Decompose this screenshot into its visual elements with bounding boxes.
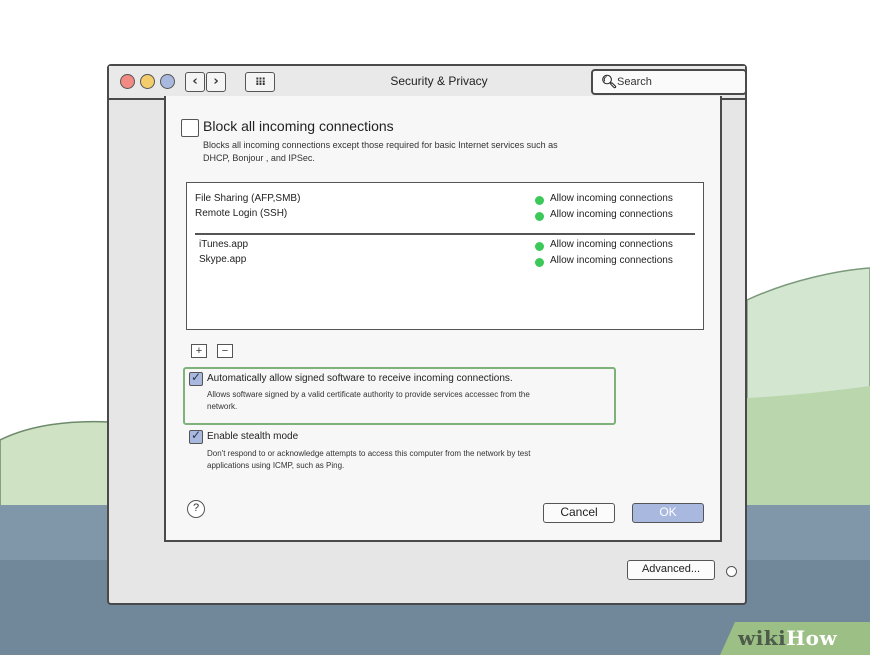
watermark-how: How: [786, 626, 838, 650]
remove-app-button[interactable]: −: [217, 344, 233, 358]
list-item-skype[interactable]: Skype.app: [199, 254, 246, 265]
search-icon: 🔍︎: [601, 74, 618, 89]
watermark-wiki: wiki: [738, 626, 787, 650]
list-item-status[interactable]: Allow incoming connections: [550, 255, 673, 266]
list-item-file-sharing[interactable]: File Sharing (AFP,SMB): [195, 193, 300, 204]
list-item-remote-login[interactable]: Remote Login (SSH): [195, 208, 287, 219]
list-item-status[interactable]: Allow incoming connections: [550, 239, 673, 250]
minimize-window-button[interactable]: [140, 74, 155, 89]
allow-status-dot: [535, 212, 544, 221]
wikihow-watermark: wikiHow: [738, 626, 837, 650]
list-divider: [195, 233, 695, 235]
allow-status-dot: [535, 242, 544, 251]
help-circle-icon[interactable]: [726, 566, 737, 577]
stealth-mode-checkbox[interactable]: [189, 428, 203, 444]
auto-allow-description-line1: Allows software signed by a valid certif…: [207, 390, 530, 399]
forward-arrow-icon[interactable]: ›: [206, 72, 226, 92]
list-item-status[interactable]: Allow incoming connections: [550, 209, 673, 220]
list-item-status[interactable]: Allow incoming connections: [550, 193, 673, 204]
cancel-button[interactable]: Cancel: [543, 503, 615, 523]
window-title: Security & Privacy: [390, 74, 488, 88]
auto-allow-description-line2: network.: [207, 402, 238, 411]
stealth-mode-label: Enable stealth mode: [207, 431, 299, 442]
auto-allow-checkbox[interactable]: [189, 370, 203, 386]
help-button[interactable]: ?: [187, 500, 205, 518]
close-window-button[interactable]: [120, 74, 135, 89]
block-all-label: Block all incoming connections: [203, 118, 394, 134]
title-bar: ‹ › ⁝⁝⁝ Security & Privacy 🔍︎ Search: [109, 66, 747, 100]
block-all-description-line1: Blocks all incoming connections except t…: [203, 140, 558, 150]
allow-status-dot: [535, 258, 544, 267]
right-hill-front: [747, 386, 870, 520]
add-app-button[interactable]: +: [191, 344, 207, 358]
list-item-itunes[interactable]: iTunes.app: [199, 239, 248, 250]
back-arrow-icon[interactable]: ‹: [185, 72, 205, 92]
search-field[interactable]: 🔍︎ Search: [591, 69, 747, 95]
search-placeholder: Search: [617, 76, 652, 88]
allow-status-dot: [535, 196, 544, 205]
block-all-description-line2: DHCP, Bonjour , and IPSec.: [203, 153, 315, 163]
ok-button[interactable]: OK: [632, 503, 704, 523]
zoom-window-button[interactable]: [160, 74, 175, 89]
stealth-description-line2: applications using ICMP, such as Ping.: [207, 461, 345, 470]
advanced-button[interactable]: Advanced...: [627, 560, 715, 580]
auto-allow-label: Automatically allow signed software to r…: [207, 373, 513, 384]
block-all-checkbox[interactable]: [181, 119, 199, 137]
show-all-grid-icon[interactable]: ⁝⁝⁝: [245, 72, 275, 92]
stealth-description-line1: Don't respond to or acknowledge attempts…: [207, 449, 531, 458]
